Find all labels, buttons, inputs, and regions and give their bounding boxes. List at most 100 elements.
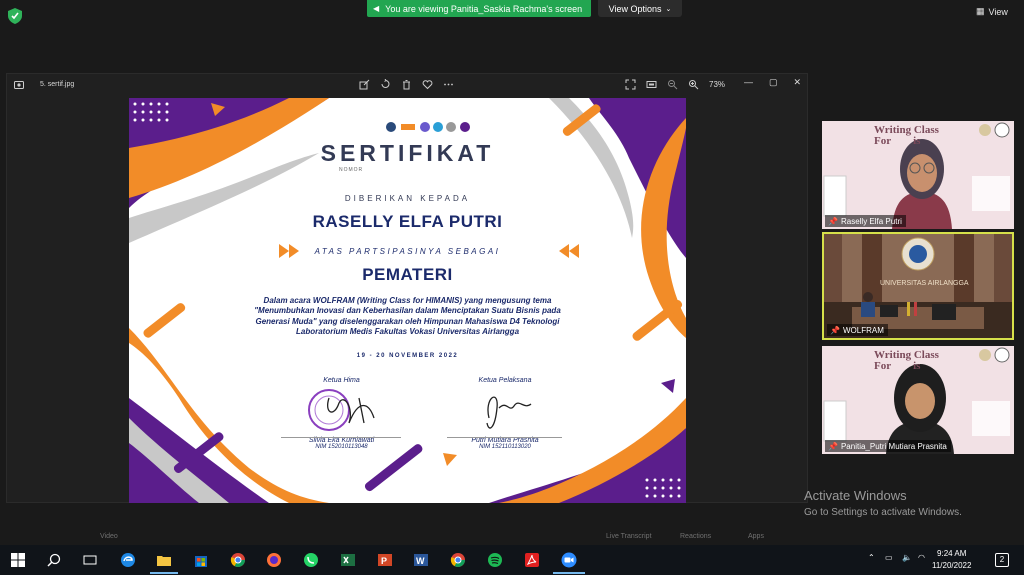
participant-video-1[interactable]: Writing Class For is 📌 Raselly Elfa Putri (822, 121, 1014, 229)
spotify-icon[interactable] (487, 552, 503, 568)
file-explorer-icon[interactable] (156, 552, 172, 568)
whatsapp-icon[interactable] (303, 552, 319, 568)
start-icon[interactable] (10, 552, 26, 568)
share-banner-text: You are viewing Panitia_Saskia Rachma's … (385, 3, 583, 14)
windows-taskbar: P W ⌃ ▭ 🔈 ◠ 9:24 AM 11/20/2022 2 (0, 545, 1024, 575)
clock-time: 9:24 AM (937, 549, 967, 558)
chevron-down-icon: ⌄ (665, 5, 672, 13)
chrome-icon[interactable] (230, 552, 246, 568)
certificate-title: SERTIFIKAT (320, 140, 495, 166)
certificate-image: SERTIFIKAT NOMOR DIBERIKAN KEPADA RASELL… (129, 98, 686, 503)
signer-right: Ketua Pelaksana Putri Mutiara Prasnita N… (445, 377, 565, 450)
signature-line-left (281, 437, 401, 438)
participant-video-2[interactable]: UNIVERSITAS AIRLANGGA 📌 WOLFRAM (822, 232, 1014, 340)
tile-3-background-text: Writing Class For is (874, 349, 939, 372)
participant-name-2: WOLFRAM (842, 326, 884, 335)
svg-text:P: P (381, 556, 387, 566)
zoom-level: 73% (709, 80, 726, 89)
photos-viewer-window: 5. sertif.jpg 73% — ▢ ✕ SERTIFIKAT NOMOR… (6, 73, 808, 503)
grid-view-icon: ▦ (976, 6, 985, 16)
volume-icon[interactable]: 🔈 (902, 553, 912, 562)
svg-text:W: W (416, 556, 425, 566)
screen-share-banner: ◀ You are viewing Panitia_Saskia Rachma'… (367, 0, 591, 17)
edge-icon[interactable] (120, 552, 136, 568)
event-date: 19 - 20 NOVEMBER 2022 (356, 353, 459, 359)
minimize-icon[interactable]: — (744, 77, 753, 88)
signer-left: Ketua Hima Silvia Eka Kurniawati NIM 152… (279, 377, 404, 450)
tile-1-background-text: Writing Class For is (874, 124, 939, 147)
close-icon[interactable]: ✕ (794, 77, 802, 88)
photos-app-icon (14, 81, 24, 89)
favorite-icon[interactable] (422, 79, 433, 90)
participant-name-3: Panitia_Putri Mutiara Prasnita (840, 442, 947, 451)
window-controls: — ▢ ✕ (744, 77, 801, 88)
signer-right-nim: NIM 152110113020 (479, 444, 531, 450)
signer-right-name: Putri Mutiara Prasnita (471, 437, 539, 444)
given-to-label: DIBERIKAN KEPADA (344, 194, 471, 203)
participant-label-1: 📌 Raselly Elfa Putri (825, 215, 906, 227)
notification-center-button[interactable]: 2 (995, 553, 1009, 567)
wifi-icon[interactable]: ◠ (918, 553, 925, 562)
active-app-indicator (150, 572, 178, 574)
signer-right-role: Ketua Pelaksana (478, 377, 532, 384)
view-button[interactable]: ▦ View (976, 6, 1008, 17)
zoom-control-video[interactable]: Video (100, 533, 118, 540)
task-view-icon[interactable] (82, 552, 98, 568)
system-clock[interactable]: 9:24 AM 11/20/2022 (932, 548, 971, 572)
store-icon[interactable] (193, 552, 209, 568)
signer-left-nim: NIM 152010113048 (315, 444, 368, 450)
zoom-in-icon[interactable] (688, 79, 699, 90)
participant-label-2: 📌 WOLFRAM (827, 324, 888, 336)
zoom-out-icon[interactable] (667, 79, 678, 90)
activate-windows-watermark: Activate Windows Go to Settings to activ… (804, 488, 962, 518)
signature-line-right (447, 437, 562, 438)
acrobat-icon[interactable] (524, 552, 540, 568)
fit-to-window-icon[interactable] (646, 79, 657, 90)
zoom-control-reactions[interactable]: Reactions (680, 533, 711, 540)
view-button-label: View (988, 6, 1008, 17)
participant-name-1: Raselly Elfa Putri (840, 217, 902, 226)
recipient-role: PEMATERI (362, 265, 453, 284)
pin-icon: 📌 (828, 442, 838, 451)
view-options-button[interactable]: View Options ⌄ (598, 0, 682, 17)
edit-icon[interactable] (359, 79, 370, 90)
rotate-icon[interactable] (380, 79, 391, 90)
security-shield-icon[interactable] (8, 8, 22, 24)
file-name: 5. sertif.jpg (40, 81, 75, 88)
active-app-indicator-zoom (553, 572, 585, 574)
search-icon[interactable] (46, 552, 62, 568)
speaker-icon: ◀ (373, 4, 380, 13)
zoom-control-bar: Video Live Transcript Reactions Apps (0, 531, 1024, 545)
zoom-icon[interactable] (561, 552, 577, 568)
desktop-screen: ◀ You are viewing Panitia_Saskia Rachma'… (0, 0, 1024, 575)
excel-icon[interactable] (340, 552, 356, 568)
viewer-zoom-tools: 73% (625, 79, 725, 90)
more-options-icon[interactable] (443, 79, 454, 90)
maximize-icon[interactable]: ▢ (769, 77, 778, 88)
signer-left-role: Ketua Hima (323, 377, 360, 384)
show-hidden-icons[interactable]: ⌃ (868, 553, 875, 562)
participation-label: ATAS PARTSIPASINYA SEBAGAI (314, 247, 501, 256)
battery-icon[interactable]: ▭ (885, 553, 893, 562)
notification-count: 2 (999, 555, 1005, 564)
activate-subtitle: Go to Settings to activate Windows. (804, 507, 962, 518)
clock-date: 11/20/2022 (932, 561, 972, 570)
fullscreen-icon[interactable] (625, 79, 636, 90)
pin-icon: 📌 (828, 217, 838, 226)
certificate-description: Dalam acara WOLFRAM (Writing Class for H… (254, 296, 561, 336)
chrome-profile-icon[interactable] (450, 552, 466, 568)
firefox-icon[interactable] (266, 552, 282, 568)
word-icon[interactable]: W (413, 552, 429, 568)
recipient-name: RASELLY ELFA PUTRI (312, 212, 503, 231)
certificate-number-label: NOMOR (339, 167, 364, 173)
powerpoint-icon[interactable]: P (377, 552, 393, 568)
zoom-control-apps[interactable]: Apps (748, 533, 764, 540)
viewer-toolbar (359, 79, 454, 90)
zoom-control-live-transcript[interactable]: Live Transcript (606, 533, 652, 540)
participant-label-3: 📌 Panitia_Putri Mutiara Prasnita (825, 440, 951, 452)
activate-title: Activate Windows (804, 488, 907, 503)
delete-icon[interactable] (401, 79, 412, 90)
signer-left-name: Silvia Eka Kurniawati (308, 437, 375, 444)
tile-2-background-text: UNIVERSITAS AIRLANGGA (880, 280, 969, 287)
participant-video-3[interactable]: Writing Class For is 📌 Panitia_Putri Muti… (822, 346, 1014, 454)
